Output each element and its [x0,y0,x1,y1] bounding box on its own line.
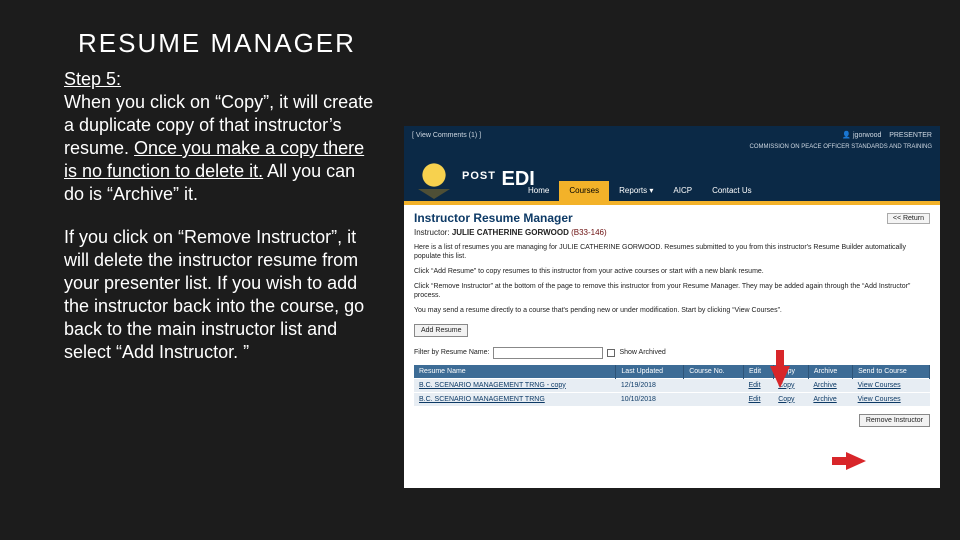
help-p4: You may send a resume directly to a cour… [414,306,930,315]
cell-date: 10/10/2018 [616,392,684,406]
return-button[interactable]: << Return [887,213,930,224]
remove-instructor-button[interactable]: Remove Instructor [859,414,930,427]
col-edit[interactable]: Edit [743,365,773,379]
cell-archive[interactable]: Archive [808,378,852,392]
show-archived-label: Show Archived [619,349,665,356]
cell-edit[interactable]: Edit [743,378,773,392]
slide-body: Step 5: When you click on “Copy”, it wil… [64,68,376,384]
nav-courses[interactable]: Courses [559,181,609,201]
logo-small: POST [462,170,496,182]
col-course-no[interactable]: Course No. [684,365,744,379]
instructor-label: Instructor: [414,228,450,237]
topbar-user: jgorwood [853,132,881,139]
resume-table: Resume Name Last Updated Course No. Edit… [414,365,930,406]
cell-name[interactable]: B.C. SCENARIO MANAGEMENT TRNG - copy [414,378,616,392]
app-header: POST EDI Home Courses Reports ▾ AICP Con… [404,151,940,201]
nav-contact[interactable]: Contact Us [702,181,762,201]
app-content: Instructor Resume Manager << Return Inst… [404,205,940,416]
cell-send[interactable]: View Courses [853,378,930,392]
col-resume-name[interactable]: Resume Name [414,365,616,379]
nav-home[interactable]: Home [518,181,559,201]
cell-archive[interactable]: Archive [808,392,852,406]
step-label: Step 5: [64,69,121,89]
app-screenshot: [ View Comments (1) ] 👤 jgorwood PRESENT… [404,126,940,488]
topbar-right: 👤 jgorwood PRESENTER [842,131,932,139]
help-p1: Here is a list of resumes you are managi… [414,243,930,261]
cell-edit[interactable]: Edit [743,392,773,406]
badge-icon [414,157,454,197]
cell-send[interactable]: View Courses [853,392,930,406]
cell-course [684,392,744,406]
help-p2: Click “Add Resume” to copy resumes to th… [414,267,930,276]
user-icon: 👤 [842,132,851,139]
arrow-right-icon [846,452,866,470]
panel-title: Instructor Resume Manager [414,211,573,225]
table-row: B.C. SCENARIO MANAGEMENT TRNG 10/10/2018… [414,392,930,406]
topbar-org: COMMISSION ON PEACE OFFICER STANDARDS AN… [404,144,940,151]
table-row: B.C. SCENARIO MANAGEMENT TRNG - copy 12/… [414,378,930,392]
help-p3: Click “Remove Instructor” at the bottom … [414,282,930,300]
cell-course [684,378,744,392]
paragraph-2: If you click on “Remove Instructor”, it … [64,226,376,364]
show-archived-checkbox[interactable] [607,349,615,357]
filter-label: Filter by Resume Name: [414,349,489,356]
filter-row: Filter by Resume Name: Show Archived [414,347,930,359]
nav-bar: Home Courses Reports ▾ AICP Contact Us [518,181,762,201]
col-send[interactable]: Send to Course [853,365,930,379]
cell-copy[interactable]: Copy [773,392,808,406]
instructor-line: Instructor: JULIE CATHERINE GORWOOD (B33… [414,228,930,237]
instructor-name: JULIE CATHERINE GORWOOD [452,228,569,237]
app-topbar: [ View Comments (1) ] 👤 jgorwood PRESENT… [404,126,940,144]
filter-input[interactable] [493,347,603,359]
slide-title: RESUME MANAGER [78,28,356,59]
step-paragraph: Step 5: When you click on “Copy”, it wil… [64,68,376,206]
add-resume-button[interactable]: Add Resume [414,324,468,337]
nav-aicp[interactable]: AICP [663,181,702,201]
table-header-row: Resume Name Last Updated Course No. Edit… [414,365,930,379]
nav-reports[interactable]: Reports ▾ [609,181,663,201]
topbar-role: PRESENTER [889,132,932,139]
arrow-down-icon [770,366,790,388]
topbar-left[interactable]: [ View Comments (1) ] [412,132,481,139]
col-archive[interactable]: Archive [808,365,852,379]
instructor-code: (B33-146) [571,228,607,237]
cell-date: 12/19/2018 [616,378,684,392]
col-last-updated[interactable]: Last Updated [616,365,684,379]
cell-name[interactable]: B.C. SCENARIO MANAGEMENT TRNG [414,392,616,406]
